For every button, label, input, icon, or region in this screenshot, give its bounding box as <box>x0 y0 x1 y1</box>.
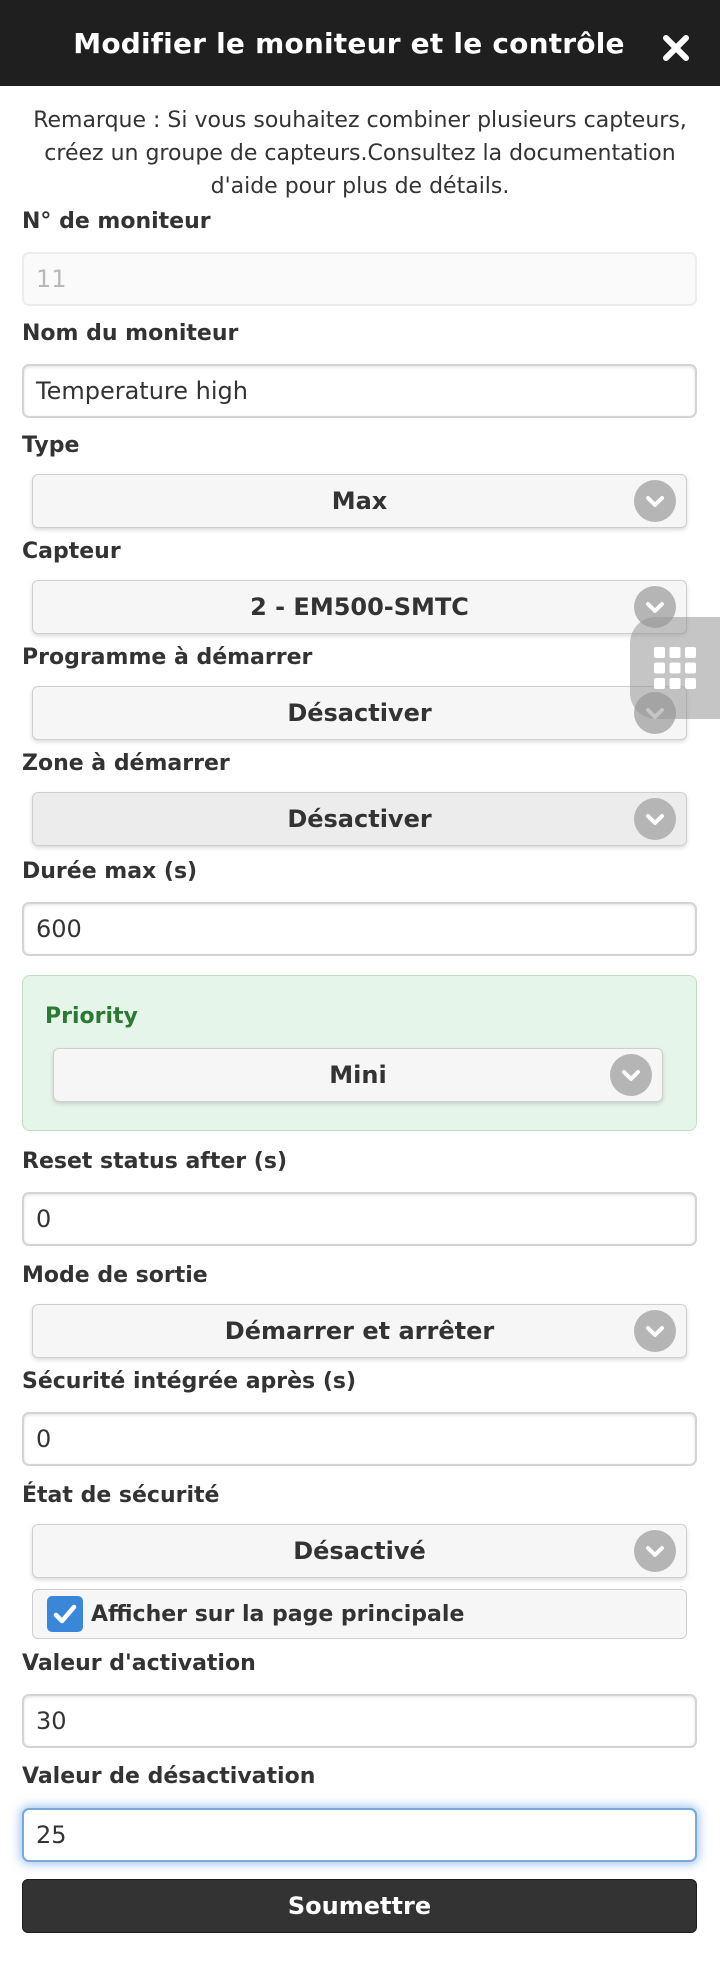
activation-value-input[interactable]: 30 <box>22 1694 697 1748</box>
chevron-down-icon <box>634 1530 676 1572</box>
safety-state-select[interactable]: Désactivé <box>32 1524 687 1578</box>
chevron-down-icon <box>634 480 676 522</box>
output-mode-select-value: Démarrer et arrêter <box>224 1317 495 1345</box>
chevron-down-icon <box>610 1054 652 1096</box>
zone-label: Zone à démarrer <box>22 751 230 776</box>
monitor-number-label: N° de moniteur <box>22 209 211 234</box>
dialog-title: Modifier le moniteur et le contrôle <box>73 26 625 60</box>
zone-select-value: Désactiver <box>287 805 432 833</box>
submit-button[interactable]: Soumettre <box>22 1879 697 1933</box>
show-main-page-label: Afficher sur la page principale <box>91 1601 465 1627</box>
show-main-page-checkbox[interactable] <box>47 1596 83 1632</box>
zone-select[interactable]: Désactiver <box>32 792 687 846</box>
grid-menu-icon <box>654 647 696 689</box>
failsafe-after-label: Sécurité intégrée après (s) <box>22 1369 357 1394</box>
show-main-page-toggle[interactable]: Afficher sur la page principale <box>32 1589 687 1639</box>
sensor-select[interactable]: 2 - EM500-SMTC <box>32 580 687 634</box>
program-select-value: Désactiver <box>287 699 432 727</box>
deactivation-value-input[interactable]: 25 <box>22 1808 697 1862</box>
max-duration-input[interactable]: 600 <box>22 902 697 956</box>
output-mode-label: Mode de sortie <box>22 1263 208 1288</box>
safety-state-select-value: Désactivé <box>293 1537 426 1565</box>
monitor-name-label: Nom du moniteur <box>22 321 239 346</box>
reset-status-input[interactable]: 0 <box>22 1192 697 1246</box>
activation-value-label: Valeur d'activation <box>22 1651 256 1676</box>
program-select[interactable]: Désactiver <box>32 686 687 740</box>
type-label: Type <box>22 433 80 458</box>
close-icon <box>663 35 689 61</box>
floating-menu-button[interactable] <box>630 617 720 719</box>
priority-panel: Priority Mini <box>22 975 697 1131</box>
sensor-label: Capteur <box>22 539 121 564</box>
program-label: Programme à démarrer <box>22 645 313 670</box>
safety-state-label: État de sécurité <box>22 1483 220 1508</box>
priority-label: Priority <box>45 1004 138 1029</box>
failsafe-after-input[interactable]: 0 <box>22 1412 697 1466</box>
deactivation-value-label: Valeur de désactivation <box>22 1764 316 1789</box>
monitor-name-input[interactable]: Temperature high <box>22 364 697 418</box>
sensor-select-value: 2 - EM500-SMTC <box>250 593 469 621</box>
max-duration-label: Durée max (s) <box>22 859 198 884</box>
type-select-value: Max <box>331 487 388 515</box>
reset-status-label: Reset status after (s) <box>22 1149 288 1174</box>
type-select[interactable]: Max <box>32 474 687 528</box>
chevron-down-icon <box>634 798 676 840</box>
dialog-header: Modifier le moniteur et le contrôle <box>0 0 720 86</box>
close-button[interactable] <box>656 28 696 68</box>
help-note: Remarque : Si vous souhaitez combiner pl… <box>33 108 687 199</box>
check-icon <box>53 1604 77 1624</box>
priority-select-value: Mini <box>329 1061 387 1089</box>
output-mode-select[interactable]: Démarrer et arrêter <box>32 1304 687 1358</box>
priority-select[interactable]: Mini <box>53 1048 663 1102</box>
monitor-number-input: 11 <box>22 252 697 306</box>
chevron-down-icon <box>634 1310 676 1352</box>
